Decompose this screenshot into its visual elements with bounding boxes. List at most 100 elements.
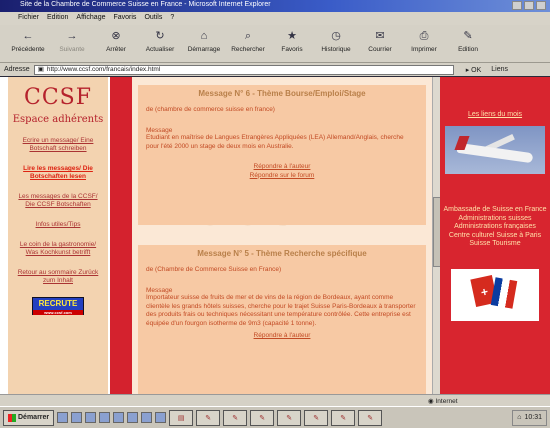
address-label: Adresse xyxy=(4,66,30,73)
toolbar-label: Suivante xyxy=(59,46,85,53)
toolbar-label: Démarrage xyxy=(187,46,221,53)
start-button[interactable]: Démarrer xyxy=(3,409,55,426)
ccsf-logo: CCSF xyxy=(23,85,92,110)
menu-tools[interactable]: Outils xyxy=(144,14,162,23)
toolbar-label: Courrier xyxy=(368,46,392,53)
taskbar-window-button[interactable]: ✎ xyxy=(250,409,275,426)
taskbar-window-button[interactable]: ✎ xyxy=(358,409,383,426)
start-label: Démarrer xyxy=(18,414,50,421)
sidebar-subtitle: Espace adhérents xyxy=(12,114,104,125)
historique-button[interactable]: ◷ Historique xyxy=(314,27,358,61)
taskbar-window-button[interactable]: ✎ xyxy=(196,409,221,426)
partner-links: Ambassade de Suisse en France Administrat… xyxy=(440,206,550,249)
quicklaunch-icon[interactable] xyxy=(71,412,83,423)
taskbar: Démarrer ▤ ✎ ✎ ✎ ✎ ✎ ✎ ✎ ⌂ 10:31 xyxy=(0,406,550,428)
partner-link[interactable]: Administrations suisses xyxy=(440,215,550,224)
partner-link[interactable]: Centre culturel Suisse à Paris xyxy=(440,232,550,241)
d-marrage-button[interactable]: ⌂ Démarrage xyxy=(182,27,226,61)
arr-ter-button[interactable]: ⊗ Arrêter xyxy=(94,27,138,61)
history-icon: ◷ xyxy=(331,30,341,42)
partner-link[interactable]: Suisse Tourisme xyxy=(440,240,550,249)
quicklaunch-icon[interactable] xyxy=(127,412,139,423)
menu-help[interactable]: ? xyxy=(170,14,174,23)
edit-icon: ✎ xyxy=(463,30,473,42)
address-bar: Adresse ▣ http://www.ccsf.com/francais/i… xyxy=(0,63,550,76)
reply-author-link[interactable]: Répondre à l'auteur xyxy=(146,332,418,341)
taskbar-window-button[interactable]: ✎ xyxy=(223,409,248,426)
recrute-url: www.ccsf.com xyxy=(33,310,83,315)
browser-toolbar: ← Précédente → Suivante ⊗ Arrêter ↻ Actualiser ⌂… xyxy=(0,25,550,63)
left-navigation: CCSF Espace adhérents Ecrire un message/… xyxy=(8,77,108,394)
toolbar-label: Précédente xyxy=(11,46,45,53)
tray-icon[interactable]: ⌂ xyxy=(517,414,521,421)
quicklaunch-icon[interactable] xyxy=(155,412,167,423)
close-button[interactable] xyxy=(536,1,546,10)
toolbar-label: Edition xyxy=(458,46,478,53)
quicklaunch-icon[interactable] xyxy=(85,412,97,423)
sidebar-link[interactable]: Lire les messages/ Die Botschaften lesen xyxy=(14,165,102,181)
zone-label: Internet xyxy=(435,398,458,405)
message-card: Message N° 6 - Thème Bourse/Emploi/Stage… xyxy=(138,85,426,225)
menu-edit[interactable]: Edition xyxy=(47,14,68,23)
quicklaunch-icon[interactable] xyxy=(141,412,153,423)
sidebar-link[interactable]: Retour au sommaire Zurück zum Inhalt xyxy=(14,269,102,285)
taskbar-window-button[interactable]: ✎ xyxy=(277,409,302,426)
edition-button[interactable]: ✎ Edition xyxy=(446,27,490,61)
window-titlebar: Site de la Chambre de Commerce Suisse en… xyxy=(0,0,550,12)
maximize-button[interactable] xyxy=(524,1,534,10)
quicklaunch-icon[interactable] xyxy=(99,412,111,423)
links-button[interactable]: Liens xyxy=(491,66,508,73)
favoris-button[interactable]: ★ Favoris xyxy=(270,27,314,61)
menu-favorites[interactable]: Favoris xyxy=(113,14,136,23)
window-controls xyxy=(512,1,546,10)
go-button[interactable]: ▸ OK xyxy=(466,66,482,74)
partner-link[interactable]: Ambassade de Suisse en France xyxy=(440,206,550,215)
toolbar-label: Arrêter xyxy=(106,46,126,53)
right-panel: Les liens du mois Ambassade de Suisse en… xyxy=(440,77,550,394)
menu-view[interactable]: Affichage xyxy=(76,14,105,23)
reply-forum-link[interactable]: Répondre sur le forum xyxy=(146,172,418,181)
taskbar-window-button[interactable]: ✎ xyxy=(304,409,329,426)
links-of-month-title[interactable]: Les liens du mois xyxy=(440,111,550,118)
imprimer-button[interactable]: ⎙ Imprimer xyxy=(402,27,446,61)
message-label: Message xyxy=(146,287,173,294)
menu-bar: Fichier Edition Affichage Favoris Outils… xyxy=(0,12,550,25)
reply-links: Répondre à l'auteur Répondre sur le foru… xyxy=(146,163,418,180)
window-title: Site de la Chambre de Commerce Suisse en… xyxy=(20,1,271,8)
rechercher-button[interactable]: ⌕ Rechercher xyxy=(226,27,270,61)
toolbar-label: Imprimer xyxy=(411,46,437,53)
message-body: Importateur suisse de fruits de mer et d… xyxy=(146,294,416,327)
minimize-button[interactable] xyxy=(512,1,522,10)
message-title: Message N° 5 - Thème Recherche spécifiqu… xyxy=(197,249,367,258)
message-card: Message N° 5 - Thème Recherche spécifiqu… xyxy=(138,245,426,394)
french-flag-icon xyxy=(490,276,518,309)
quicklaunch-icon[interactable] xyxy=(113,412,125,423)
reply-author-link[interactable]: Répondre à l'auteur xyxy=(146,163,418,172)
red-divider xyxy=(110,77,132,394)
taskbar-window-button[interactable]: ▤ xyxy=(169,409,194,426)
pr-c-dente-button[interactable]: ← Précédente xyxy=(6,27,50,61)
address-input[interactable]: ▣ http://www.ccsf.com/francais/index.htm… xyxy=(33,64,454,75)
message-label: Message xyxy=(146,127,173,134)
message-from: de (chambre de commerce suisse en france… xyxy=(146,106,275,113)
page-icon: ▣ xyxy=(37,66,44,73)
taskbar-window-button[interactable]: ✎ xyxy=(331,409,356,426)
toolbar-label: Actualiser xyxy=(145,46,175,53)
actualiser-button[interactable]: ↻ Actualiser xyxy=(138,27,182,61)
menu-file[interactable]: Fichier xyxy=(18,14,39,23)
recrute-badge[interactable]: RECRUTE www.ccsf.com xyxy=(32,297,84,315)
sidebar-link[interactable]: Les messages de la CCSF/ Die CCSF Botsch… xyxy=(14,193,102,209)
vertical-scrollbar[interactable] xyxy=(432,77,441,394)
partner-link[interactable]: Administrations françaises xyxy=(440,223,550,232)
courrier-button[interactable]: ✉ Courrier xyxy=(358,27,402,61)
toolbar-label: Favoris xyxy=(281,46,303,53)
sidebar-link[interactable]: Le coin de la gastronomie/ Was Kochkunst… xyxy=(14,241,102,257)
quicklaunch-icon[interactable] xyxy=(57,412,69,423)
reply-links: Répondre à l'auteur xyxy=(146,332,418,341)
sidebar-link[interactable]: Ecrire un message/ Eine Botschaft schrei… xyxy=(14,137,102,153)
sidebar-link[interactable]: Infos utiles/Tips xyxy=(14,221,102,229)
go-label: OK xyxy=(471,66,482,74)
suivante-button[interactable]: → Suivante xyxy=(50,27,94,61)
page-content: CCSF Espace adhérents Ecrire un message/… xyxy=(0,77,550,394)
favorites-icon: ★ xyxy=(287,30,297,42)
